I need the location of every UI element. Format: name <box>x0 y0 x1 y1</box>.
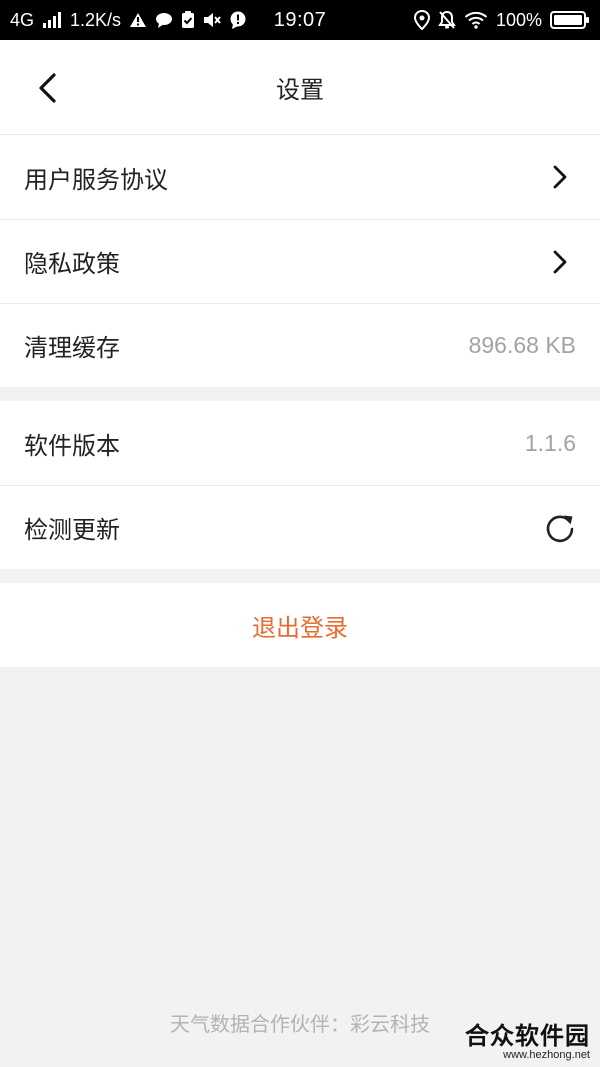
watermark: 合众软件园 www.hezhong.net <box>465 1021 590 1061</box>
row-check-update[interactable]: 检测更新 <box>0 485 600 569</box>
row-label: 检测更新 <box>24 516 120 544</box>
section-divider <box>0 569 600 583</box>
version-value: 1.1.6 <box>524 429 576 456</box>
row-user-agreement[interactable]: 用户服务协议 <box>0 135 600 219</box>
page-title: 设置 <box>276 75 324 104</box>
network-speed: 1.2K/s <box>70 9 122 30</box>
section-divider <box>0 387 600 401</box>
battery-percent: 100% <box>495 9 542 30</box>
warning-icon <box>129 10 147 30</box>
watermark-url: www.hezhong.net <box>503 1048 590 1061</box>
chevron-right-icon <box>544 246 576 278</box>
wifi-icon <box>464 10 488 30</box>
status-bar: 4G 1.2K/s 19:07 100% <box>0 0 600 40</box>
row-label: 软件版本 <box>24 431 120 460</box>
row-label: 用户服务协议 <box>24 165 168 194</box>
mute-icon <box>203 10 221 30</box>
status-bar-right: 100% <box>413 9 590 31</box>
status-bar-left: 4G 1.2K/s <box>10 10 247 31</box>
row-label: 清理缓存 <box>24 334 120 362</box>
logout-button[interactable]: 退出登录 <box>0 583 600 667</box>
row-clear-cache[interactable]: 清理缓存 896.68 KB <box>0 303 600 387</box>
signal-icon <box>42 10 62 30</box>
clipboard-check-icon <box>181 10 195 30</box>
notifications-off-icon <box>438 10 456 30</box>
app-header: 设置 <box>0 40 600 135</box>
settings-group-1: 用户服务协议 隐私政策 清理缓存 896.68 KB <box>0 135 600 387</box>
chevron-right-icon <box>544 161 576 193</box>
watermark-title: 合众软件园 <box>465 1021 590 1050</box>
network-type: 4G <box>10 9 35 30</box>
battery-icon <box>550 10 590 30</box>
settings-group-2: 软件版本 1.1.6 检测更新 <box>0 401 600 569</box>
row-label: 隐私政策 <box>24 250 120 278</box>
location-icon <box>413 10 430 30</box>
message-icon <box>155 10 173 30</box>
row-privacy-policy[interactable]: 隐私政策 <box>0 219 600 303</box>
cache-size-value: 896.68 KB <box>468 332 576 358</box>
alert-bubble-icon <box>229 10 247 30</box>
refresh-icon[interactable] <box>544 512 576 544</box>
row-software-version: 软件版本 1.1.6 <box>0 401 600 485</box>
